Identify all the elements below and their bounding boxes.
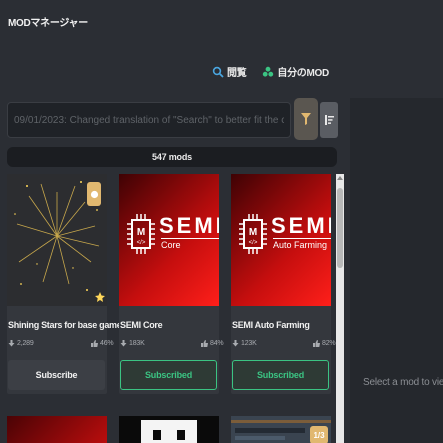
mod-card[interactable]: M </> SEMI Auto Farming SEMI Auto Farmin… <box>231 174 336 394</box>
tab-bar: 閲覧 自分のMOD <box>212 64 329 79</box>
logo-subtitle: Auto Farming <box>273 238 331 251</box>
subscribed-button[interactable]: Subscribed <box>120 360 217 390</box>
chip-icon: M </> <box>239 214 267 254</box>
mod-card[interactable]: M </> SEMI Core SEMI Core 183K 84% Subsc… <box>119 174 224 394</box>
mod-grid: Shining Stars for base game 2,289 46% Su… <box>0 174 336 443</box>
sort-button[interactable] <box>320 102 338 138</box>
search-icon <box>212 66 224 78</box>
mod-card[interactable] <box>7 416 107 443</box>
semi-logo: M </> SEMI Core <box>127 214 219 254</box>
rating: 46% <box>91 340 114 347</box>
mod-badge <box>87 182 101 206</box>
svg-text:</>: </> <box>249 240 258 246</box>
svg-text:M: M <box>249 227 257 238</box>
rating: 84% <box>201 340 224 347</box>
download-count: 123K <box>232 340 257 347</box>
tab-browse[interactable]: 閲覧 <box>212 64 247 79</box>
tab-my-mods[interactable]: 自分のMOD <box>262 64 329 79</box>
subscribe-button[interactable]: Subscribe <box>8 360 105 390</box>
download-count: 183K <box>120 340 145 347</box>
scrollbar-thumb[interactable] <box>337 188 343 268</box>
page-badge: 1/3 <box>310 426 328 443</box>
download-count-value: 123K <box>241 340 257 347</box>
thumbs-up-icon <box>91 340 98 347</box>
tab-my-mods-label: 自分のMOD <box>277 68 329 79</box>
page-badge-text: 1/3 <box>313 430 325 440</box>
thumbs-up-icon <box>313 340 320 347</box>
scroll-up-arrow[interactable] <box>337 176 343 180</box>
mod-thumbnail <box>7 416 107 443</box>
grid-scrollbar[interactable] <box>336 174 344 443</box>
mod-name: SEMI Auto Farming <box>232 320 310 330</box>
download-icon <box>232 340 239 347</box>
logo-title: SEMI <box>159 213 219 238</box>
mod-card[interactable] <box>119 416 219 443</box>
download-count-value: 183K <box>129 340 145 347</box>
mod-icon <box>263 66 274 77</box>
star-icon <box>90 190 98 198</box>
mod-thumbnail <box>119 416 219 443</box>
download-count: 2,289 <box>8 340 34 347</box>
mod-thumbnail: M </> SEMI Core <box>119 174 219 306</box>
sort-icon <box>324 115 334 125</box>
download-icon <box>120 340 127 347</box>
rating: 82% <box>313 340 336 347</box>
semi-logo: M </> SEMI Auto Farming <box>239 214 331 254</box>
rating-value: 82% <box>322 340 336 347</box>
logo-subtitle: Core <box>161 238 219 251</box>
mod-detail-panel: Select a mod to view <box>350 98 443 443</box>
mod-thumbnail: M </> SEMI Auto Farming <box>231 174 331 306</box>
mod-name: Shining Stars for base game <box>8 320 122 330</box>
tab-browse-label: 閲覧 <box>227 68 247 79</box>
subscribed-button[interactable]: Subscribed <box>232 360 329 390</box>
filter-button[interactable] <box>294 98 318 140</box>
search-box <box>7 102 291 138</box>
download-count-value: 2,289 <box>17 340 34 347</box>
thumbs-up-icon <box>201 340 208 347</box>
rating-value: 84% <box>210 340 224 347</box>
mod-card[interactable]: Shining Stars for base game 2,289 46% Su… <box>7 174 122 394</box>
select-hint: Select a mod to view <box>363 377 443 388</box>
filter-icon <box>301 113 311 125</box>
mod-thumbnail: 1/3 <box>231 416 331 443</box>
rating-value: 46% <box>100 340 114 347</box>
logo-title: SEMI <box>271 213 331 238</box>
mod-count: 547 mods <box>7 147 337 167</box>
download-icon <box>8 340 15 347</box>
svg-text:</>: </> <box>137 240 146 246</box>
svg-text:M: M <box>137 227 145 238</box>
mod-thumbnail <box>7 174 107 306</box>
search-input[interactable] <box>14 114 284 126</box>
chip-icon: M </> <box>127 214 155 254</box>
mod-name: SEMI Core <box>120 320 163 330</box>
mod-card[interactable]: 1/3 <box>231 416 331 443</box>
app-title: MODマネージャー <box>8 18 88 29</box>
